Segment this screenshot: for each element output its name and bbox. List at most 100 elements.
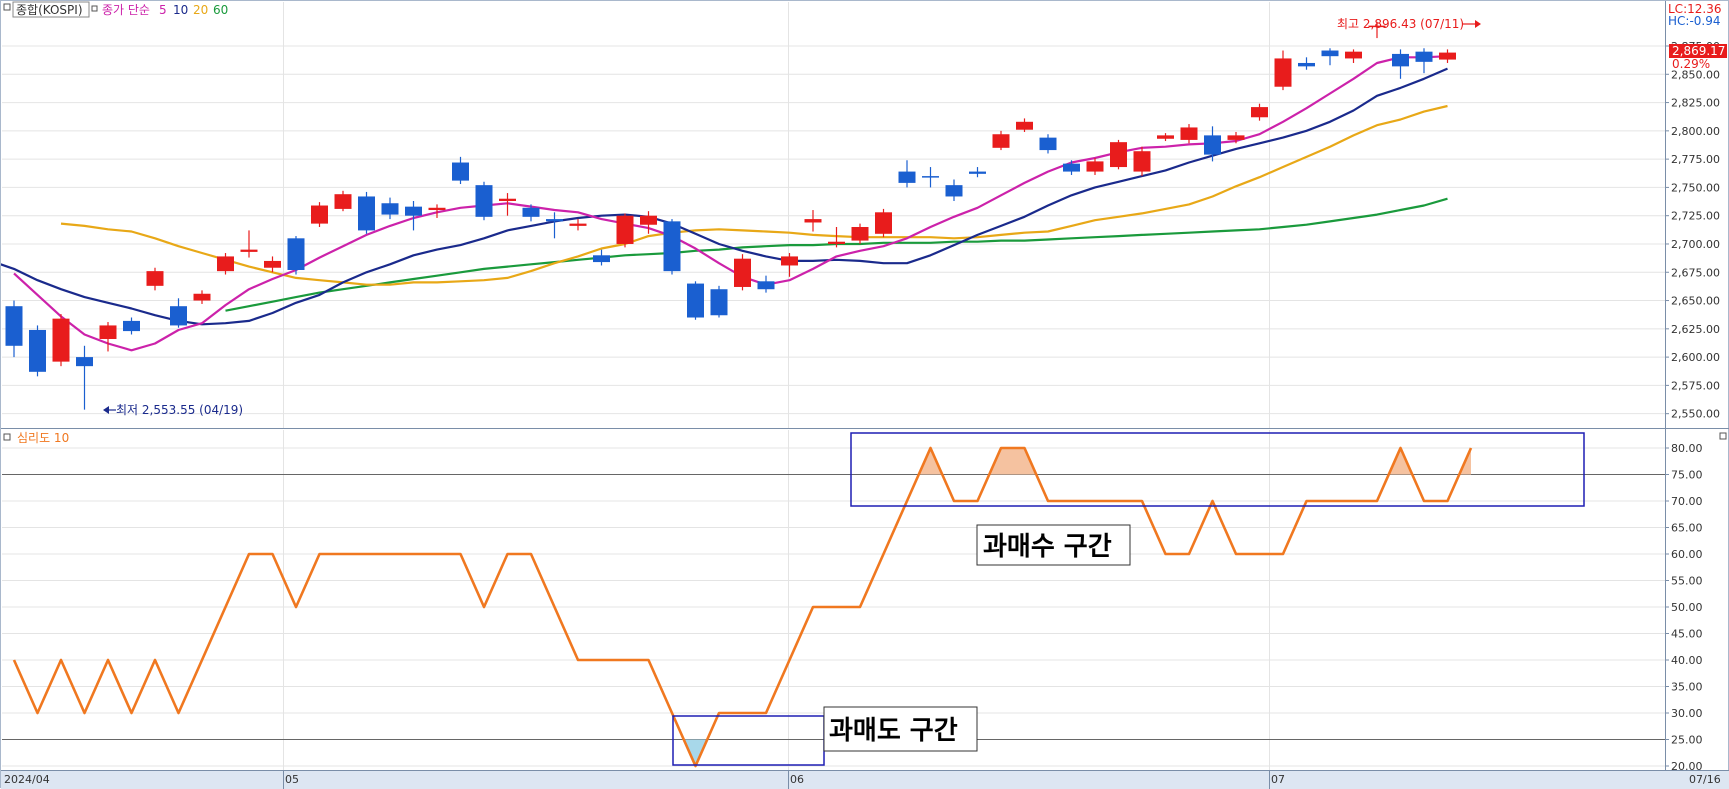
candle-body (969, 171, 986, 174)
candle-body (522, 207, 540, 217)
candle-body (663, 221, 681, 272)
psy-y-axis: 80.00 75.00 70.00 65.00 60.00 55.00 50.00 45.00… (1665, 442, 1703, 773)
stock-chart-window: 2,875.002,850.002,825.002,800.002,775.00… (0, 0, 1729, 789)
price-tick-label: 2,675.00 (1671, 266, 1720, 279)
psy-tick-label: 60.00 (1671, 548, 1703, 561)
candle (311, 202, 328, 228)
candle-body (569, 223, 587, 226)
candle-body (475, 185, 493, 217)
symbol-label[interactable]: 종합(KOSPI) (16, 3, 83, 17)
candle-body (898, 171, 916, 183)
price-tick-label: 2,575.00 (1671, 379, 1720, 392)
candle-body (1039, 137, 1057, 151)
candle-body (710, 289, 728, 316)
candle-body (781, 256, 798, 266)
current-price: 2,869.17 (1672, 44, 1725, 58)
price-tick-label: 2,725.00 (1671, 210, 1720, 223)
candle-body (1063, 163, 1080, 172)
candle-body (1415, 51, 1433, 62)
candle (663, 219, 681, 275)
psy-tick-label: 20.00 (1671, 760, 1703, 773)
price-tick-label: 2,800.00 (1671, 125, 1720, 138)
candle-body (428, 207, 446, 211)
candle (710, 285, 728, 318)
psy-panel-menu-icon[interactable] (1719, 432, 1727, 440)
psy-tick-label: 40.00 (1671, 654, 1703, 667)
chart-canvas: 2,875.002,850.002,825.002,800.002,775.00… (1, 1, 1729, 789)
candle-body (264, 260, 281, 268)
psy-tick-label: 25.00 (1671, 734, 1703, 747)
candle-body (217, 256, 234, 272)
candle-body (1157, 135, 1174, 139)
candle-body (875, 212, 892, 234)
candle (475, 181, 493, 221)
candle-body (1086, 161, 1104, 172)
candle-body (616, 215, 634, 244)
candle-body (170, 306, 187, 326)
high-annotation: 최고 2,896.43 (07/11) (1337, 17, 1464, 31)
candle (687, 281, 704, 320)
candle (358, 191, 375, 234)
candle (1110, 139, 1127, 170)
candle (875, 208, 892, 238)
candle-body (593, 255, 610, 263)
price-tick-label: 2,750.00 (1671, 181, 1720, 194)
ma-legend-60: 60 (213, 3, 228, 17)
psy-tick-label: 55.00 (1671, 575, 1703, 588)
candle-body (1016, 121, 1033, 130)
candle-body (1180, 127, 1198, 140)
psy-tick-label: 35.00 (1671, 681, 1703, 694)
candle-body (734, 258, 751, 287)
candle-body (452, 162, 469, 181)
candle-body (146, 271, 164, 286)
price-tick-label: 2,650.00 (1671, 295, 1720, 308)
candle-body (1392, 53, 1409, 67)
candle-body (381, 203, 399, 215)
ma-legend-icon (91, 5, 98, 12)
candle-body (1345, 51, 1362, 59)
psy-tick-label: 50.00 (1671, 601, 1703, 614)
candle (734, 254, 751, 291)
legend-toggle-icon[interactable] (3, 3, 11, 11)
psy-tick-label: 70.00 (1671, 495, 1703, 508)
candle-body (757, 281, 775, 290)
candle-body (1298, 62, 1315, 67)
x-label-07: 07 (1271, 773, 1285, 786)
low-annotation: 최저 2,553.55 (04/19) (116, 403, 243, 417)
ma-legend-20: 20 (193, 3, 208, 17)
candle (287, 236, 305, 275)
candle-body (1227, 135, 1245, 140)
candle-body (240, 249, 258, 252)
candle-body (945, 185, 963, 197)
price-tick-label: 2,600.00 (1671, 351, 1720, 364)
oversold-label: 과매도 구간 (829, 716, 958, 746)
hc-value: HC:-0.94 (1668, 14, 1721, 28)
candle-body (1321, 50, 1339, 57)
current-change: 0.29% (1672, 57, 1710, 71)
candle-body (1133, 151, 1151, 172)
candle-body (1274, 58, 1292, 87)
psy-tick-label: 30.00 (1671, 707, 1703, 720)
overbought-label: 과매수 구간 (983, 532, 1112, 562)
candle-body (851, 227, 869, 241)
candle-body (123, 320, 140, 332)
price-tick-label: 2,775.00 (1671, 153, 1720, 166)
overbought-fill (1001, 448, 1025, 475)
price-tick-label: 2,700.00 (1671, 238, 1720, 251)
candle-body (1204, 135, 1221, 155)
ma-legend-5: 5 (159, 3, 167, 17)
x-label-05: 05 (285, 773, 299, 786)
candle-body (1439, 52, 1456, 60)
psy-tick-label: 45.00 (1671, 628, 1703, 641)
psy-tick-label: 75.00 (1671, 469, 1703, 482)
psy-legend-title: 심리도 10 (17, 431, 69, 445)
x-label-06: 06 (790, 773, 804, 786)
candle-body (99, 325, 117, 340)
psy-legend-toggle-icon[interactable] (3, 433, 11, 441)
candle-body (358, 196, 375, 231)
candle-body (52, 318, 70, 362)
candle-body (311, 205, 328, 224)
candle-body (405, 206, 422, 216)
price-tick-label: 2,550.00 (1671, 408, 1720, 421)
price-tick-label: 2,825.00 (1671, 97, 1720, 110)
